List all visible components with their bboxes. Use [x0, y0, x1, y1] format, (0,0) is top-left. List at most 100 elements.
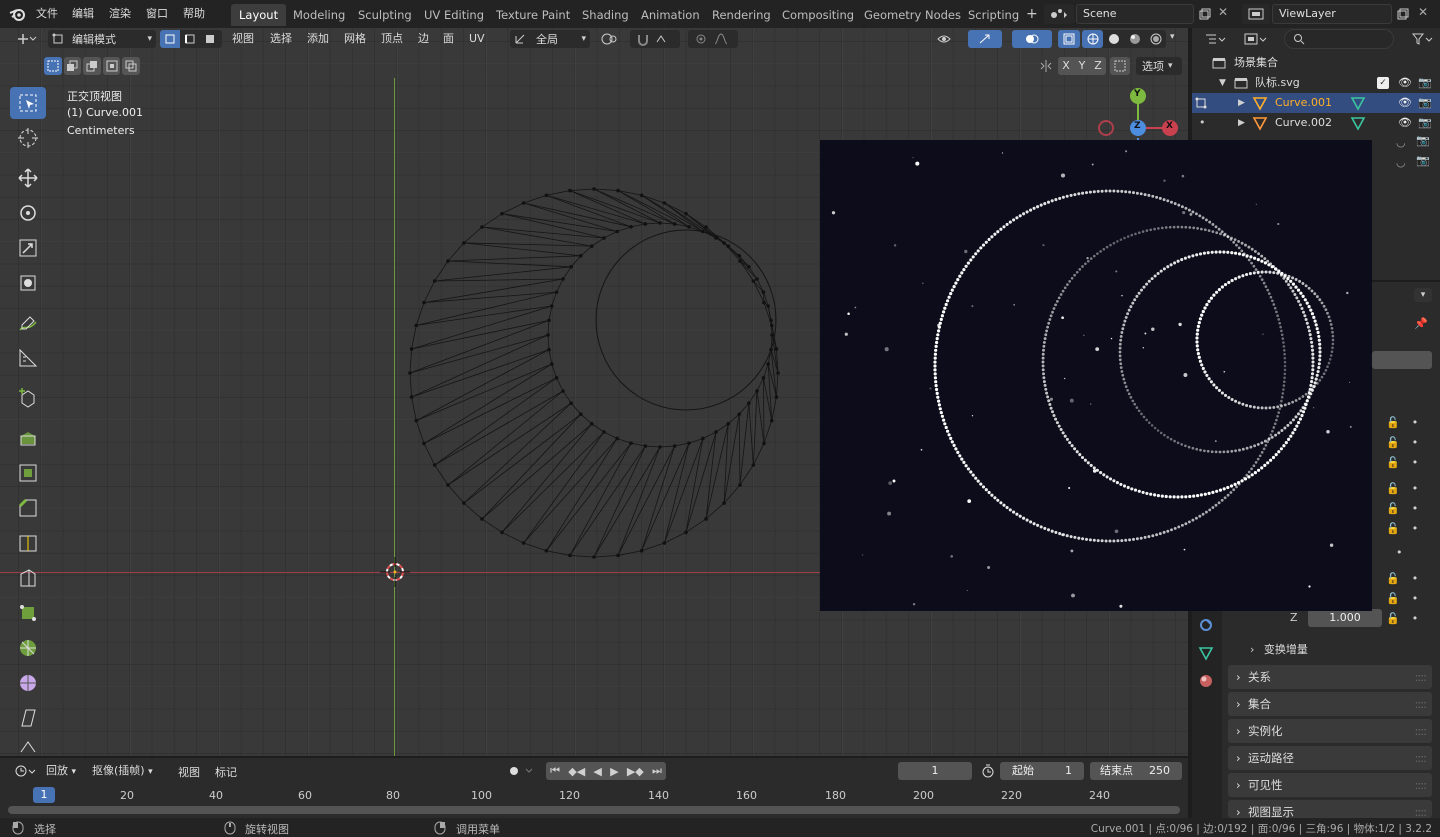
lock-icon[interactable]: 🔓: [1386, 572, 1400, 585]
lock-icon[interactable]: 🔓: [1386, 416, 1400, 429]
lock-icon[interactable]: 🔓: [1386, 592, 1400, 605]
camera-icon[interactable]: 📷: [1416, 134, 1430, 147]
outliner-row-svg-collection[interactable]: ▼ 队标.svg ✓ 👁 📷: [1192, 73, 1440, 93]
filter-icon[interactable]: [1408, 29, 1436, 49]
panel-relations[interactable]: › 关系::::: [1228, 665, 1432, 689]
outliner-row-curve-001[interactable]: ▶ Curve.001 👁 📷: [1192, 93, 1440, 113]
timeline-scrollbar[interactable]: [8, 806, 1180, 814]
timeline-view-menu[interactable]: 视图: [178, 764, 200, 780]
tab-shading[interactable]: Shading: [574, 4, 637, 26]
tab-texture-paint[interactable]: Texture Paint: [488, 4, 578, 26]
panel-viewport-display[interactable]: › 视图显示::::: [1228, 800, 1432, 818]
data-tab-icon[interactable]: [1198, 645, 1214, 661]
copy-scene-icon[interactable]: [1196, 5, 1214, 23]
eye-icon[interactable]: 👁: [1398, 93, 1412, 113]
curve-data-icon[interactable]: [1350, 95, 1366, 111]
display-mode-icon[interactable]: [1238, 29, 1272, 49]
lock-icon[interactable]: 🔓: [1386, 482, 1400, 495]
lock-icon[interactable]: 🔓: [1386, 522, 1400, 535]
pin-icon[interactable]: 📌: [1414, 317, 1428, 330]
camera-icon[interactable]: 📷: [1418, 113, 1432, 133]
prev-keyframe-icon[interactable]: ◆◀: [568, 765, 585, 778]
close-scene-icon[interactable]: ✕: [1218, 5, 1228, 19]
tab-animation[interactable]: Animation: [633, 4, 708, 26]
hidden-eye-icon[interactable]: ◡: [1396, 136, 1406, 149]
panel-collections[interactable]: › 集合::::: [1228, 692, 1432, 716]
drag-handle-icon[interactable]: ::::: [1415, 665, 1427, 689]
copy-view-layer-icon[interactable]: [1394, 5, 1412, 23]
outliner-row-curve-002[interactable]: • ▶ Curve.002 👁 📷: [1192, 113, 1440, 133]
camera-icon[interactable]: 📷: [1416, 154, 1430, 167]
keyframe-dot-icon[interactable]: •: [1396, 546, 1403, 559]
tab-modeling[interactable]: Modeling: [285, 4, 353, 26]
expand-arrow-icon[interactable]: ▼: [1219, 73, 1226, 93]
drag-handle-icon[interactable]: ::::: [1415, 773, 1427, 797]
keyframe-dot-icon[interactable]: •: [1412, 612, 1419, 625]
outliner-search-input[interactable]: [1284, 29, 1394, 49]
hidden-eye-icon[interactable]: ◡: [1396, 156, 1406, 169]
curve-data-icon[interactable]: [1350, 115, 1366, 131]
play-reverse-icon[interactable]: ◀: [593, 765, 601, 778]
jump-end-icon[interactable]: ⏭: [652, 764, 662, 778]
end-frame-field[interactable]: 结束点 250: [1090, 762, 1182, 780]
outliner-editor-type-icon[interactable]: [1200, 29, 1230, 49]
tab-geometry-nodes[interactable]: Geometry Nodes: [856, 4, 969, 26]
menu-window[interactable]: 窗口: [146, 6, 168, 22]
properties-chevron-down-icon[interactable]: ▾: [1414, 288, 1432, 302]
keyframe-dot-icon[interactable]: •: [1412, 502, 1419, 515]
start-frame-field[interactable]: 起始 1: [1000, 762, 1084, 780]
delta-transform-subpanel[interactable]: › 变换增量: [1240, 640, 1430, 660]
drag-handle-icon[interactable]: ::::: [1415, 746, 1427, 770]
expand-arrow-icon[interactable]: ▶: [1238, 113, 1245, 133]
tab-scripting[interactable]: Scripting: [960, 4, 1027, 26]
lock-icon[interactable]: 🔓: [1386, 612, 1400, 625]
lock-icon[interactable]: 🔓: [1386, 436, 1400, 449]
keyframe-dot-icon[interactable]: •: [1412, 522, 1419, 535]
scale-z-field[interactable]: 1.000: [1308, 609, 1382, 627]
panel-visibility[interactable]: › 可见性::::: [1228, 773, 1432, 797]
close-view-layer-icon[interactable]: ✕: [1418, 5, 1428, 19]
tab-uv-editing[interactable]: UV Editing: [416, 4, 492, 26]
keyframe-dot-icon[interactable]: •: [1412, 436, 1419, 449]
current-frame-field[interactable]: 1: [898, 762, 972, 780]
drag-handle-icon[interactable]: ::::: [1415, 719, 1427, 743]
lock-icon[interactable]: 🔓: [1386, 502, 1400, 515]
menu-render[interactable]: 渲染: [109, 6, 131, 22]
keyframe-dot-icon[interactable]: •: [1412, 592, 1419, 605]
jump-start-icon[interactable]: ⏮: [550, 764, 560, 778]
material-tab-icon[interactable]: [1198, 673, 1214, 689]
checkbox-icon[interactable]: ✓: [1377, 77, 1389, 89]
lock-icon[interactable]: 🔓: [1386, 456, 1400, 469]
view-layer-icon[interactable]: [1242, 4, 1270, 24]
record-button[interactable]: [502, 762, 540, 780]
blender-logo-icon[interactable]: [9, 6, 27, 22]
menu-file[interactable]: 文件: [36, 6, 58, 22]
keyframe-dot-icon[interactable]: •: [1412, 482, 1419, 495]
keyframe-dot-icon[interactable]: •: [1412, 456, 1419, 469]
edit-mode-icon[interactable]: [1194, 96, 1208, 110]
playback-dropdown[interactable]: 回放 ▾: [46, 762, 76, 780]
scene-field[interactable]: Scene: [1076, 4, 1194, 24]
playhead-marker[interactable]: 1: [33, 787, 55, 803]
camera-icon[interactable]: 📷: [1418, 73, 1432, 93]
keying-dropdown[interactable]: 抠像(插帧) ▾: [92, 762, 153, 780]
panel-instancing[interactable]: › 实例化::::: [1228, 719, 1432, 743]
drag-handle-icon[interactable]: ::::: [1415, 800, 1427, 818]
tab-sculpting[interactable]: Sculpting: [350, 4, 420, 26]
outliner-row-scene-collection[interactable]: 场景集合: [1192, 53, 1440, 73]
camera-icon[interactable]: 📷: [1418, 93, 1432, 113]
tab-layout[interactable]: Layout: [231, 4, 287, 26]
keyframe-dot-icon[interactable]: •: [1412, 572, 1419, 585]
timeline-editor-type-icon[interactable]: [10, 762, 40, 780]
add-workspace-button[interactable]: +: [1026, 6, 1038, 22]
tab-rendering[interactable]: Rendering: [704, 4, 779, 26]
menu-help[interactable]: 帮助: [183, 6, 205, 22]
preview-range-icon[interactable]: [978, 762, 998, 780]
eye-icon[interactable]: 👁: [1398, 113, 1412, 133]
view-layer-field[interactable]: ViewLayer: [1272, 4, 1392, 24]
eye-icon[interactable]: 👁: [1398, 73, 1412, 93]
keyframe-dot-icon[interactable]: •: [1412, 416, 1419, 429]
next-keyframe-icon[interactable]: ▶◆: [627, 765, 644, 778]
play-icon[interactable]: ▶: [610, 765, 618, 778]
drag-handle-icon[interactable]: ::::: [1415, 692, 1427, 716]
